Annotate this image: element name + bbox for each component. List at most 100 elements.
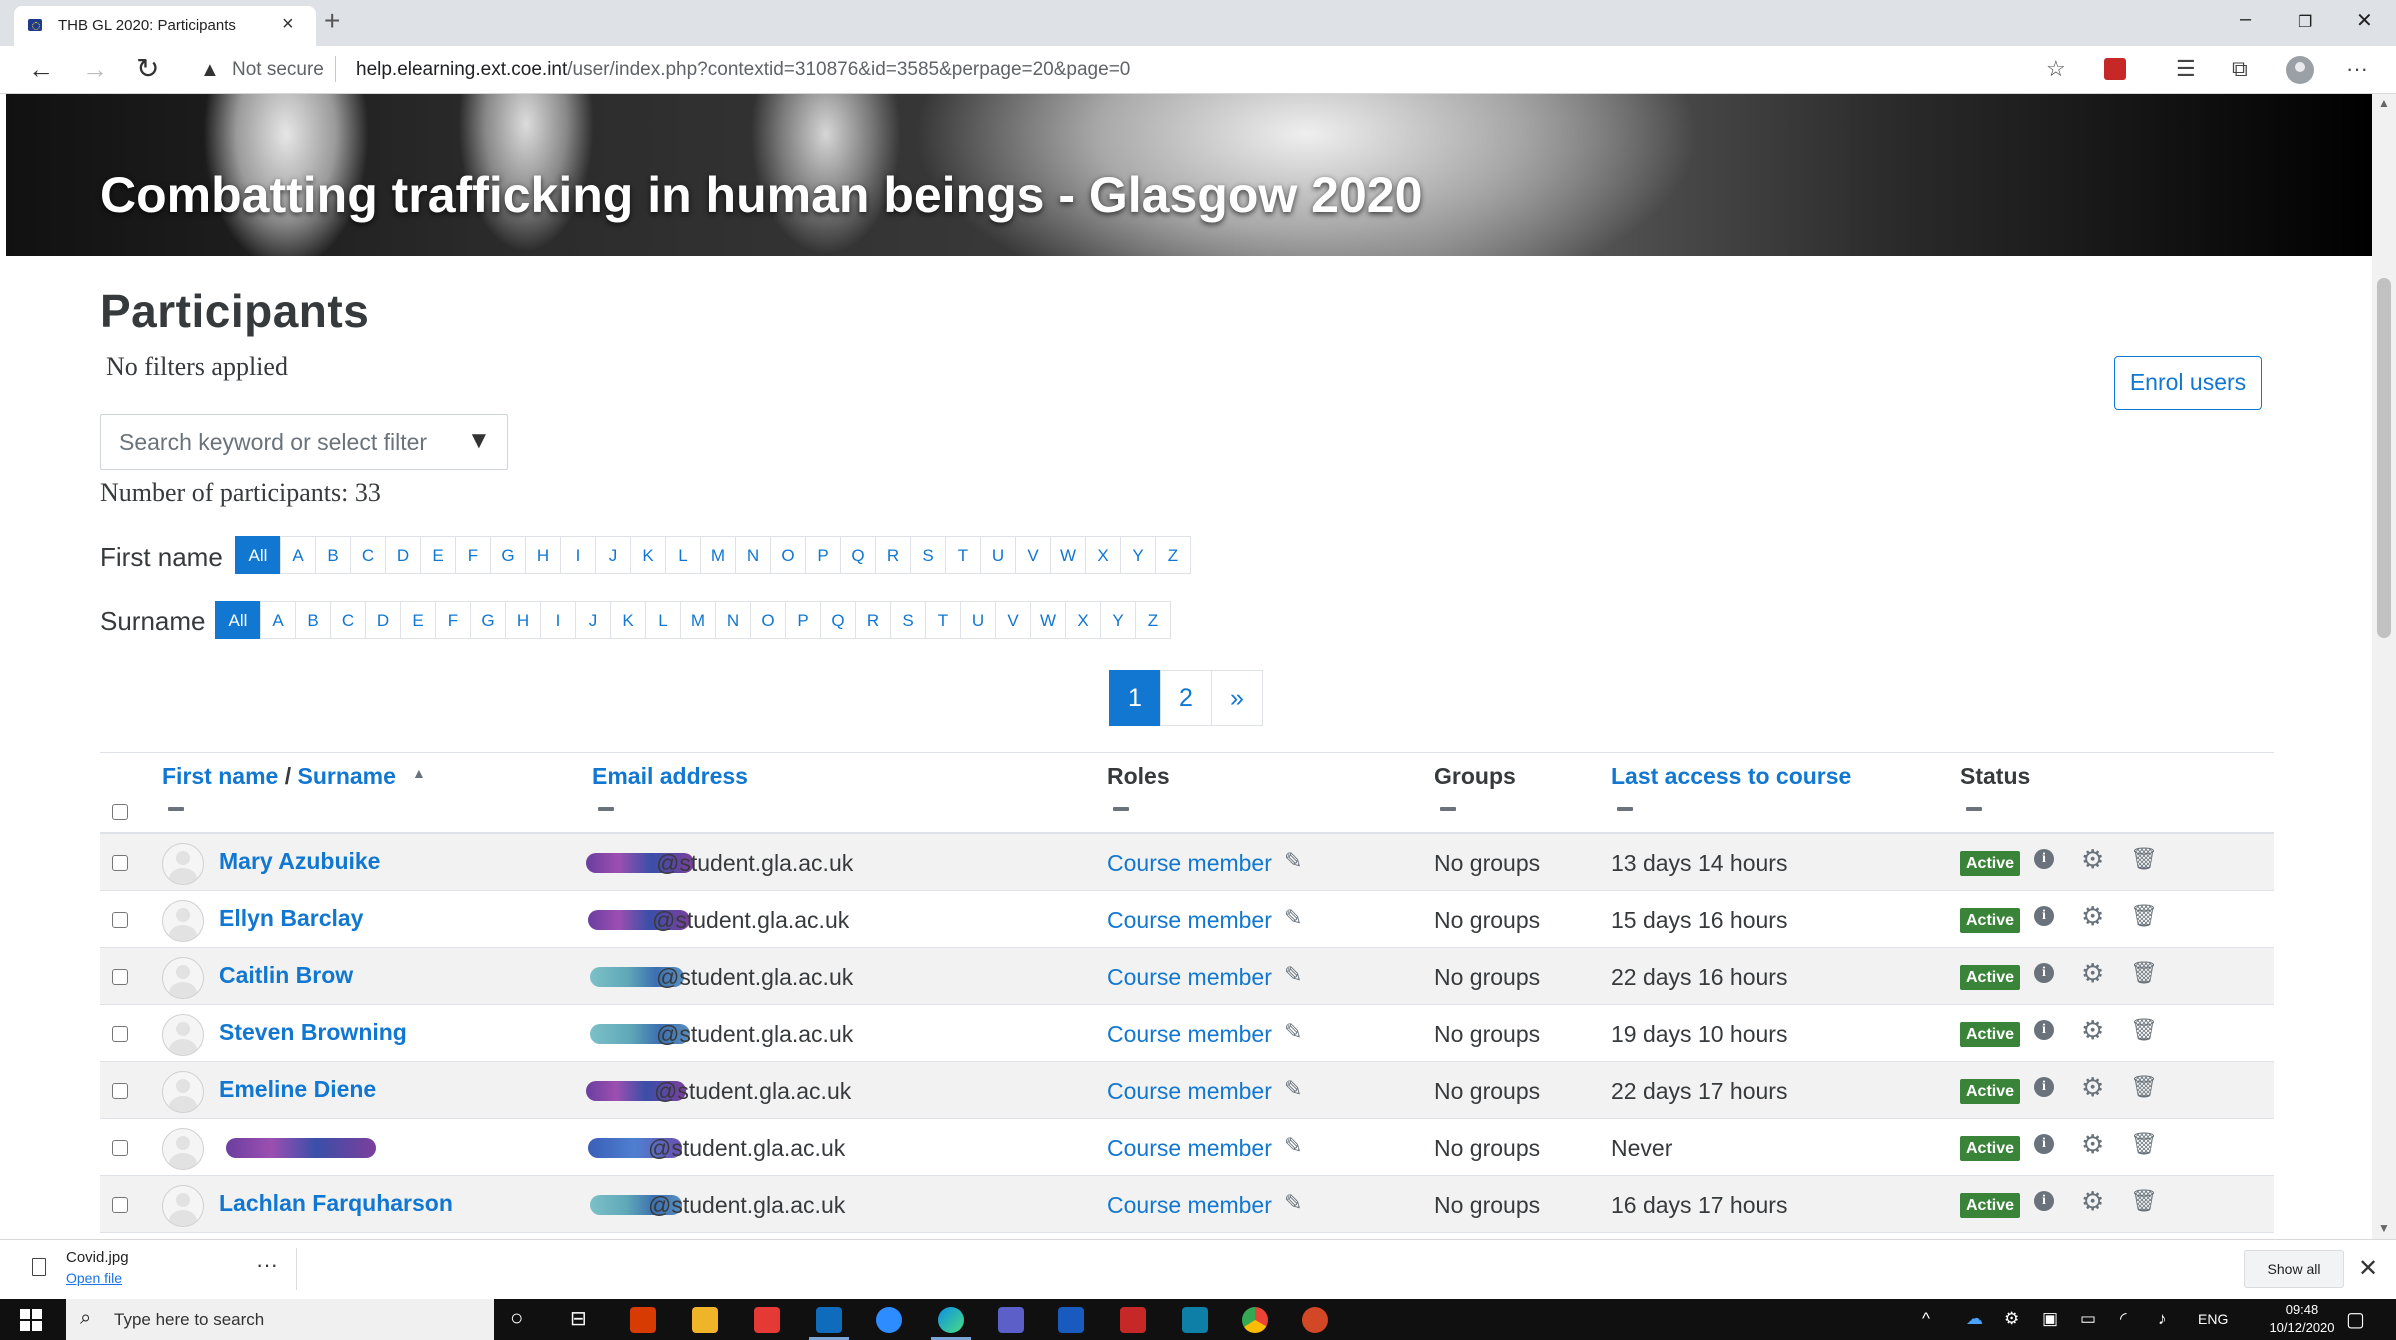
show-all-button[interactable]: Show all [2244, 1250, 2344, 1288]
pencil-icon[interactable]: ✎ [1284, 962, 1302, 988]
battery-icon[interactable]: ▭ [2080, 1309, 2096, 1329]
role-link[interactable]: Course member [1107, 907, 1272, 934]
file-explorer-icon[interactable] [692, 1307, 718, 1333]
star-icon[interactable]: ☆ [2046, 56, 2066, 82]
participant-name-link[interactable]: Emeline Diene [219, 1076, 376, 1103]
participant-name-link[interactable]: Mary Azubuike [219, 848, 380, 875]
surname-initial-x[interactable]: X [1065, 601, 1101, 639]
teams-icon[interactable] [998, 1307, 1024, 1333]
edge-icon[interactable] [938, 1307, 964, 1333]
surname-initial-c[interactable]: C [330, 601, 366, 639]
powerpoint-icon[interactable] [1302, 1307, 1328, 1333]
gear-icon[interactable]: ⚙ [2081, 901, 2104, 932]
clock-date[interactable]: 10/12/2020 [2254, 1320, 2350, 1335]
avatar[interactable] [162, 1014, 204, 1056]
first-name-initial-q[interactable]: Q [840, 536, 876, 574]
trash-icon[interactable]: 🗑 [2130, 1131, 2158, 1157]
first-name-initial-j[interactable]: J [595, 536, 631, 574]
surname-initial-l[interactable]: L [645, 601, 681, 639]
first-name-initial-h[interactable]: H [525, 536, 561, 574]
back-arrow-icon[interactable]: ← [28, 56, 54, 82]
first-name-initial-p[interactable]: P [805, 536, 841, 574]
role-link[interactable]: Course member [1107, 1021, 1272, 1048]
row-select-checkbox[interactable] [112, 912, 128, 928]
download-file-name[interactable]: Covid.jpg [66, 1249, 129, 1266]
search-filter-input[interactable]: Search keyword or select filter ▼ [100, 414, 508, 470]
surname-initial-y[interactable]: Y [1100, 601, 1136, 639]
scroll-thumb[interactable] [2377, 278, 2391, 638]
browser-tab[interactable]: THB GL 2020: Participants × [14, 6, 316, 46]
sort-last-access-link[interactable]: Last access to course [1611, 763, 1851, 790]
pencil-icon[interactable]: ✎ [1284, 1133, 1302, 1159]
language-indicator[interactable]: ENG [2198, 1311, 2228, 1327]
surname-initial-q[interactable]: Q [820, 601, 856, 639]
restore-icon[interactable]: ❐ [2298, 12, 2312, 32]
first-name-initial-u[interactable]: U [980, 536, 1016, 574]
first-name-initial-k[interactable]: K [630, 536, 666, 574]
open-file-link[interactable]: Open file [66, 1270, 122, 1286]
warning-icon[interactable]: ▲ [200, 59, 220, 82]
surname-initial-o[interactable]: O [750, 601, 786, 639]
role-link[interactable]: Course member [1107, 1135, 1272, 1162]
pencil-icon[interactable]: ✎ [1284, 905, 1302, 931]
role-link[interactable]: Course member [1107, 1078, 1272, 1105]
first-name-initial-z[interactable]: Z [1155, 536, 1191, 574]
avatar[interactable] [162, 957, 204, 999]
hide-last-access-column-icon[interactable] [1617, 807, 1633, 811]
surname-initial-w[interactable]: W [1030, 601, 1066, 639]
surname-initial-e[interactable]: E [400, 601, 436, 639]
windows-start-icon[interactable] [20, 1309, 42, 1331]
row-select-checkbox[interactable] [112, 1197, 128, 1213]
caret-down-icon[interactable]: ▼ [467, 427, 491, 455]
tray-app-icon[interactable]: ⚙ [2004, 1309, 2019, 1329]
first-name-initial-w[interactable]: W [1050, 536, 1086, 574]
trash-icon[interactable]: 🗑 [2130, 1074, 2158, 1100]
notifications-icon[interactable]: ▢ [2346, 1307, 2365, 1332]
first-name-initial-b[interactable]: B [315, 536, 351, 574]
surname-initial-k[interactable]: K [610, 601, 646, 639]
avatar[interactable] [162, 1128, 204, 1170]
surname-initial-p[interactable]: P [785, 601, 821, 639]
word-icon[interactable] [1058, 1307, 1084, 1333]
hide-status-column-icon[interactable] [1966, 807, 1982, 811]
surname-initial-s[interactable]: S [890, 601, 926, 639]
participant-name-link[interactable]: Caitlin Brow [219, 962, 353, 989]
surname-initial-j[interactable]: J [575, 601, 611, 639]
enrol-users-button[interactable]: Enrol users [2114, 356, 2262, 410]
first-name-initial-a[interactable]: A [280, 536, 316, 574]
surname-initial-d[interactable]: D [365, 601, 401, 639]
pencil-icon[interactable]: ✎ [1284, 848, 1302, 874]
next-page-button[interactable]: » [1211, 670, 1263, 726]
participant-name-link[interactable]: Steven Browning [219, 1019, 407, 1046]
page-2-button[interactable]: 2 [1160, 670, 1212, 726]
first-name-initial-n[interactable]: N [735, 536, 771, 574]
gear-icon[interactable]: ⚙ [2081, 958, 2104, 989]
onedrive-icon[interactable]: ☁ [1966, 1309, 1983, 1329]
zoom-icon[interactable] [876, 1307, 902, 1333]
row-select-checkbox[interactable] [112, 969, 128, 985]
clock-time[interactable]: 09:48 [2262, 1302, 2342, 1317]
info-icon[interactable]: i [2034, 906, 2054, 926]
trash-icon[interactable]: 🗑 [2130, 960, 2158, 986]
extension-icon[interactable] [2104, 58, 2126, 80]
participant-name-link[interactable]: Ellyn Barclay [219, 905, 363, 932]
first-name-initial-e[interactable]: E [420, 536, 456, 574]
page-1-button[interactable]: 1 [1109, 670, 1161, 726]
first-name-initial-c[interactable]: C [350, 536, 386, 574]
url-field[interactable]: help.elearning.ext.coe.int/user/index.ph… [356, 59, 1130, 81]
trash-icon[interactable]: 🗑 [2130, 903, 2158, 929]
first-name-initial-d[interactable]: D [385, 536, 421, 574]
close-download-bar-icon[interactable]: ✕ [2358, 1254, 2378, 1283]
role-link[interactable]: Course member [1107, 1192, 1272, 1219]
first-name-initial-r[interactable]: R [875, 536, 911, 574]
first-name-initial-y[interactable]: Y [1120, 536, 1156, 574]
first-name-initial-o[interactable]: O [770, 536, 806, 574]
new-tab-icon[interactable]: + [324, 7, 340, 35]
chrome-icon[interactable] [1242, 1307, 1268, 1333]
office-icon[interactable] [630, 1307, 656, 1333]
first-name-initial-m[interactable]: M [700, 536, 736, 574]
info-icon[interactable]: i [2034, 1020, 2054, 1040]
info-icon[interactable]: i [2034, 1077, 2054, 1097]
tray-screen-icon[interactable]: ▣ [2042, 1309, 2058, 1329]
surname-initial-t[interactable]: T [925, 601, 961, 639]
